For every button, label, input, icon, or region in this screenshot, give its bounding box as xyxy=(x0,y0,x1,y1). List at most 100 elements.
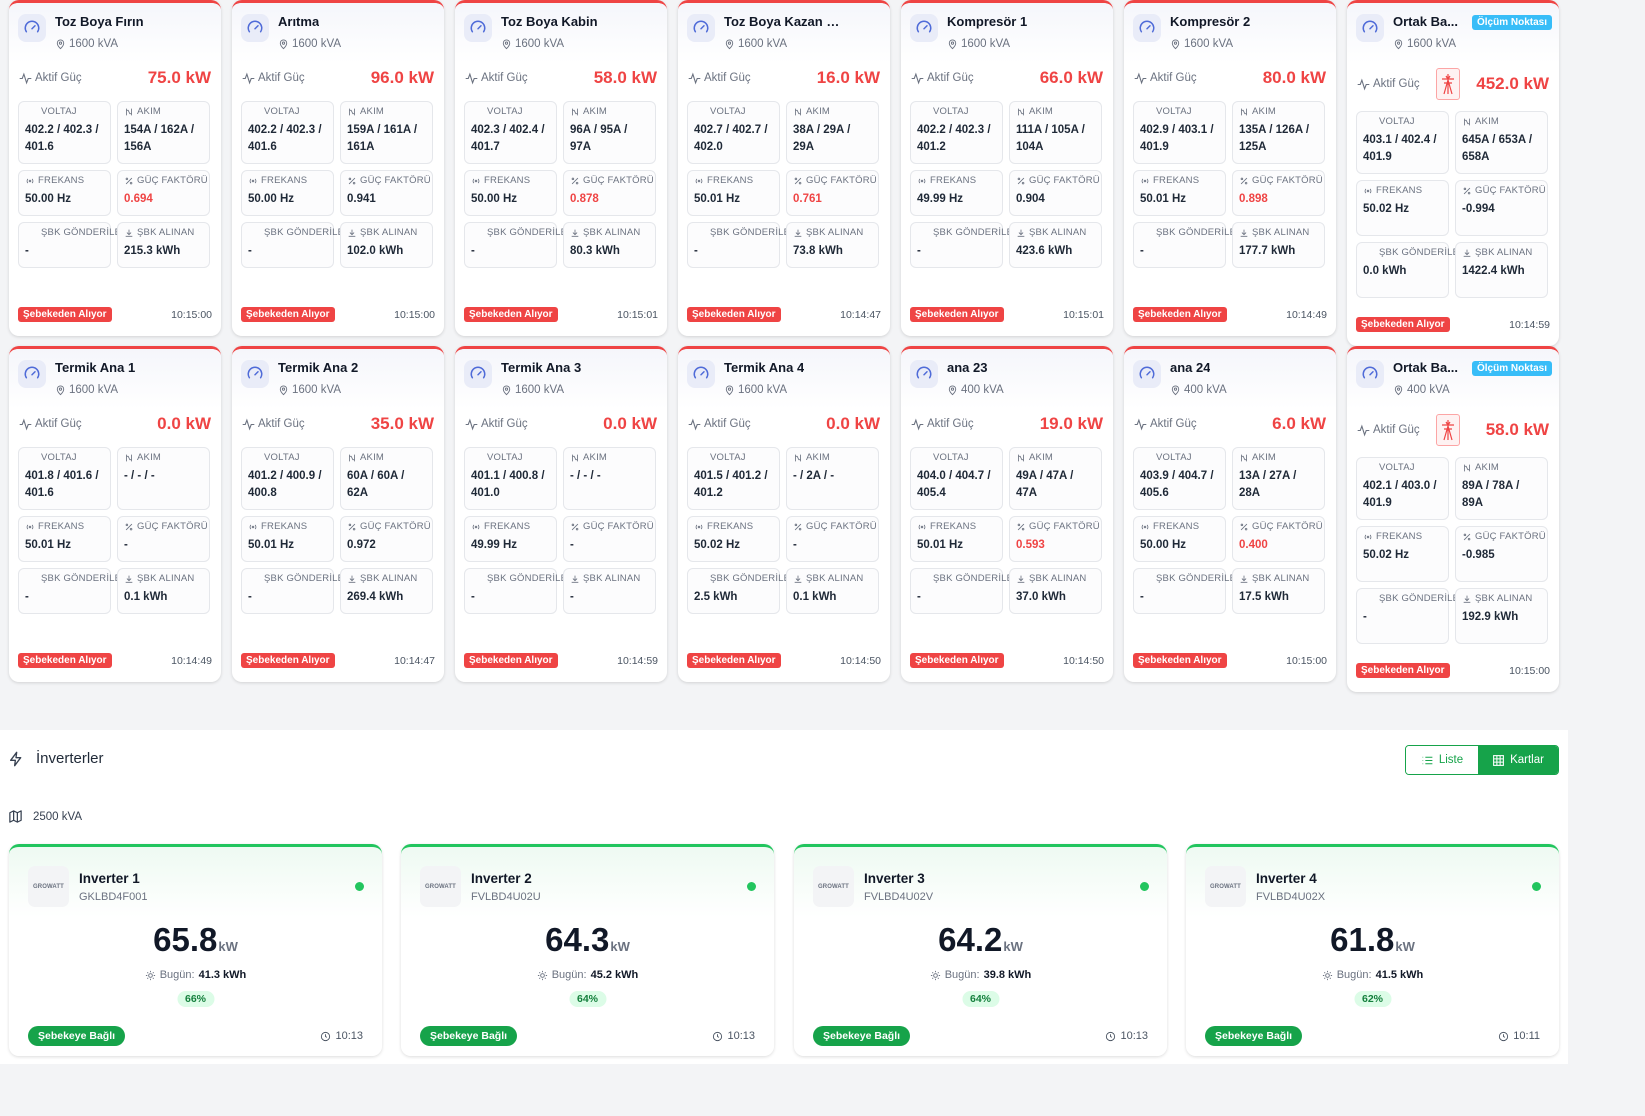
transmission-tower-icon xyxy=(1435,68,1460,100)
power-factor-value: - xyxy=(570,539,574,551)
download-icon xyxy=(793,228,803,238)
gauge-icon xyxy=(1356,14,1384,42)
inverter-card[interactable]: GROWATT Inverter 4 FVLBD4U02X 61.8kW Bugün: 4… xyxy=(1186,844,1559,1056)
grid-sent-value: 0.0 kWh xyxy=(1363,265,1407,277)
meter-card[interactable]: Arıtma 1600 kVA Aktif Güç 96.0 kW VOLTAJ 402.… xyxy=(232,0,444,336)
card-footer: Şebekeden Alıyor 10:14:49 xyxy=(18,653,212,668)
inverter-power: 64.2kW xyxy=(794,921,1167,959)
voltage-label-text: VOLTAJ xyxy=(264,106,300,117)
inverter-name: Inverter 3 xyxy=(864,871,925,886)
grid-sent-box: ŞBK GÖNDERİLEN - xyxy=(18,568,128,614)
inverter-power-unit: kW xyxy=(1003,939,1023,954)
active-power-text: Aktif Güç xyxy=(258,418,305,430)
grid-sent-value: 2.5 kWh xyxy=(694,591,738,603)
frequency-box: FREKANS 50.01 Hz xyxy=(687,170,780,216)
current-value: 60A / 60A / 62A xyxy=(347,470,405,499)
frequency-label-text: FREKANS xyxy=(707,175,754,186)
grid-received-label-text: ŞBK ALINAN xyxy=(583,227,641,238)
inverter-footer: Şebekeye Bağlı 10:13 xyxy=(813,1026,1148,1046)
voltage-label-text: VOLTAJ xyxy=(487,106,523,117)
frequency-label-text: FREKANS xyxy=(484,521,531,532)
status-badge: Şebekeden Alıyor xyxy=(241,307,335,322)
voltage-box: VOLTAJ 401.5 / 401.2 / 401.2 xyxy=(687,447,780,510)
percent-icon xyxy=(793,522,803,532)
metrics-grid: VOLTAJ 402.7 / 402.7 / 402.0 AKIM 38A / 29A… xyxy=(678,101,890,268)
location-pin-icon xyxy=(55,39,66,50)
meter-card[interactable]: Toz Boya Kabin 1600 kVA Aktif Güç 58.0 kW VO… xyxy=(455,0,667,336)
frequency-icon xyxy=(471,176,481,186)
percent-icon xyxy=(1016,176,1026,186)
inverter-card[interactable]: GROWATT Inverter 2 FVLBD4U02U 64.3kW Bugün: 4… xyxy=(401,844,774,1056)
online-status-dot xyxy=(1140,882,1149,891)
frequency-label: FREKANS xyxy=(25,521,104,532)
current-box: AKIM 96A / 95A / 97A xyxy=(563,101,656,164)
current-icon xyxy=(1462,463,1472,473)
meter-card[interactable]: Kompresör 2 1600 kVA Aktif Güç 80.0 kW VOLTA… xyxy=(1124,0,1336,336)
meter-name: Kompresör 1 xyxy=(947,14,1028,29)
meter-card[interactable]: Toz Boya Kazan - Chiller 1600 kVA Aktif Gü… xyxy=(678,0,890,336)
voltage-label-text: VOLTAJ xyxy=(710,452,746,463)
frequency-box: FREKANS 50.02 Hz xyxy=(1356,526,1449,582)
grid-received-label: ŞBK ALINAN xyxy=(1239,227,1318,238)
today-value: 41.5 kWh xyxy=(1375,969,1424,981)
power-factor-box: GÜÇ FAKTÖRÜ 0.878 xyxy=(563,170,656,216)
meter-card[interactable]: Ortak Ba... 400 kVA Ölçüm Noktası Aktif Güç… xyxy=(1347,346,1559,692)
frequency-box: FREKANS 50.01 Hz xyxy=(910,516,1003,562)
gauge-icon xyxy=(464,360,492,388)
meter-capacity: 400 kVA xyxy=(1170,384,1227,396)
power-factor-label: GÜÇ FAKTÖRÜ xyxy=(347,521,431,532)
frequency-label-text: FREKANS xyxy=(930,175,977,186)
inverter-serial: GKLBD4F001 xyxy=(79,891,148,903)
activity-icon xyxy=(911,417,924,431)
grid-sent-label: ŞBK GÖNDERİLEN xyxy=(248,227,351,238)
meter-card[interactable]: ana 24 400 kVA Aktif Güç 6.0 kW VOLTAJ 403.9 … xyxy=(1124,346,1336,682)
meter-card[interactable]: Toz Boya Fırın 1600 kVA Aktif Güç 75.0 kW VO… xyxy=(9,0,221,336)
grid-connected-badge: Şebekeye Bağlı xyxy=(813,1026,911,1046)
card-header: Toz Boya Kazan - Chiller 1600 kVA xyxy=(678,3,890,63)
power-factor-box: GÜÇ FAKTÖRÜ 0.898 xyxy=(1232,170,1325,216)
cards-view-button[interactable]: Kartlar xyxy=(1478,746,1558,774)
frequency-icon xyxy=(917,522,927,532)
meter-card[interactable]: Ortak Ba... 1600 kVA Ölçüm Noktası Aktif Gü… xyxy=(1347,0,1559,346)
list-view-button[interactable]: Liste xyxy=(1406,746,1478,774)
current-label-text: AKIM xyxy=(1252,106,1277,117)
growatt-logo: GROWATT xyxy=(28,866,69,907)
download-icon xyxy=(1016,574,1026,584)
grid-received-box: ŞBK ALINAN 73.8 kWh xyxy=(786,222,879,268)
meter-card[interactable]: Termik Ana 3 1600 kVA Aktif Güç 0.0 kW VOLTA… xyxy=(455,346,667,682)
meter-card[interactable]: Termik Ana 4 1600 kVA Aktif Güç 0.0 kW VOLTA… xyxy=(678,346,890,682)
voltage-box: VOLTAJ 401.2 / 400.9 / 400.8 xyxy=(241,447,334,510)
current-value: 154A / 162A / 156A xyxy=(124,124,195,153)
inverters-header: İnverterler xyxy=(8,750,104,767)
voltage-label-text: VOLTAJ xyxy=(1379,116,1415,127)
capacity-value: 1600 kVA xyxy=(515,384,565,396)
frequency-icon xyxy=(694,522,704,532)
power-factor-value: 0.941 xyxy=(347,193,376,205)
download-icon xyxy=(347,574,357,584)
voltage-label-text: VOLTAJ xyxy=(487,452,523,463)
active-power-text: Aktif Güç xyxy=(927,418,974,430)
status-badge: Şebekeden Alıyor xyxy=(910,307,1004,322)
inverter-card[interactable]: GROWATT Inverter 1 GKLBD4F001 65.8kW Bugün: 4… xyxy=(9,844,382,1056)
current-icon xyxy=(570,453,580,463)
meter-capacity: 1600 kVA xyxy=(724,384,787,396)
metrics-grid: VOLTAJ 402.3 / 402.4 / 401.7 AKIM 96A / 95A… xyxy=(455,101,667,268)
grid-sent-value: - xyxy=(471,591,475,603)
meter-card[interactable]: Kompresör 1 1600 kVA Aktif Güç 66.0 kW VOLTA… xyxy=(901,0,1113,336)
measure-point-badge: Ölçüm Noktası xyxy=(1471,361,1552,376)
inverter-card[interactable]: GROWATT Inverter 3 FVLBD4U02V 64.2kW Bugün: 3… xyxy=(794,844,1167,1056)
voltage-box: VOLTAJ 402.2 / 402.3 / 401.6 xyxy=(18,101,111,164)
voltage-value: 402.3 / 402.4 / 401.7 xyxy=(471,124,545,153)
meter-card[interactable]: Termik Ana 1 1600 kVA Aktif Güç 0.0 kW VOLTA… xyxy=(9,346,221,682)
meter-name: Toz Boya Kabin xyxy=(501,14,598,29)
frequency-value: 50.01 Hz xyxy=(917,539,964,551)
percent-icon xyxy=(1016,522,1026,532)
inverter-power: 65.8kW xyxy=(9,921,382,959)
meter-card[interactable]: Termik Ana 2 1600 kVA Aktif Güç 35.0 kW VOLT… xyxy=(232,346,444,682)
list-icon xyxy=(1421,754,1434,767)
inverter-power-value: 65.8 xyxy=(153,921,218,958)
meter-capacity: 1600 kVA xyxy=(55,384,118,396)
voltage-value: 401.5 / 401.2 / 401.2 xyxy=(694,470,768,499)
card-footer: Şebekeden Alıyor 10:15:00 xyxy=(1133,653,1327,668)
meter-card[interactable]: ana 23 400 kVA Aktif Güç 19.0 kW VOLTAJ 404.0… xyxy=(901,346,1113,682)
